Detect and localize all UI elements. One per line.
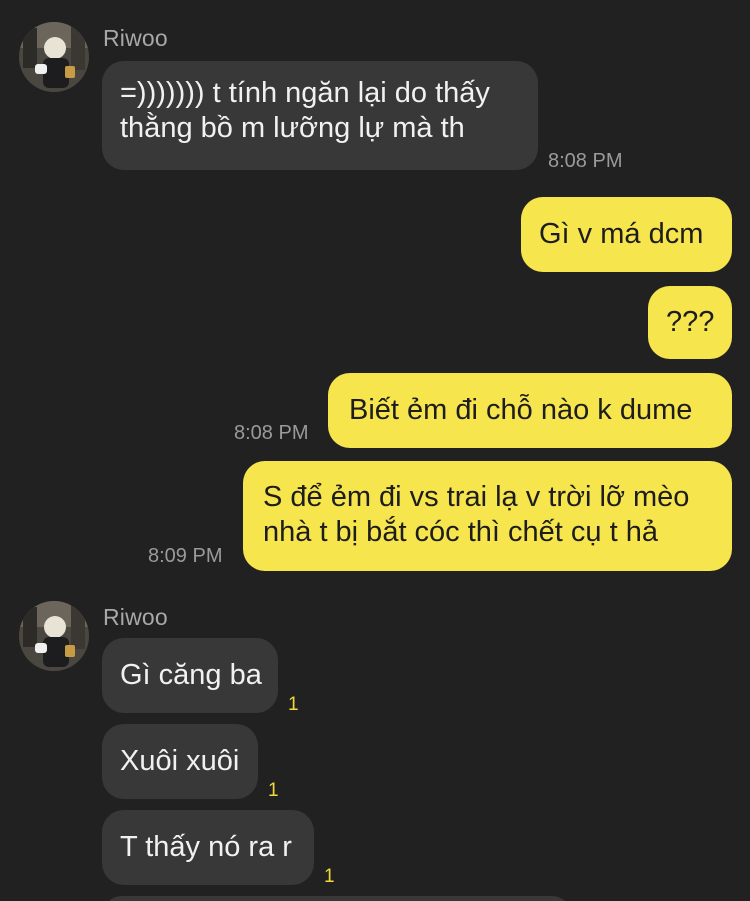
outgoing-message[interactable]: ??? bbox=[648, 286, 732, 359]
message-text: Biết ẻm đi chỗ nào k dume bbox=[349, 394, 693, 426]
message-text: Xuôi xuôi bbox=[120, 745, 240, 777]
outgoing-message[interactable]: S để ẻm đi vs trai lạ v trời lỡ mèo nhà … bbox=[243, 461, 732, 571]
incoming-message[interactable]: =))))))) t tính ngăn lại do thấy thằng b… bbox=[102, 61, 538, 170]
incoming-message[interactable]: T thấy nó ra r bbox=[102, 810, 314, 885]
incoming-message[interactable]: Xuôi xuôi bbox=[102, 724, 258, 799]
incoming-message[interactable]: Gì căng ba bbox=[102, 638, 278, 713]
message-text: Gì v má dcm bbox=[539, 218, 704, 250]
chat-window: Riwoo =))))))) t tính ngăn lại do thấy t… bbox=[0, 0, 750, 901]
unread-count: 1 bbox=[324, 866, 335, 887]
message-line: =))))))) t tính ngăn lại do thấy bbox=[120, 77, 490, 109]
avatar-photo-icon bbox=[19, 601, 89, 671]
message-line: thằng bồ m lưỡng lự mà th bbox=[120, 112, 465, 144]
incoming-message-partial[interactable] bbox=[102, 896, 572, 901]
message-timestamp: 8:09 PM bbox=[148, 545, 223, 567]
message-text: T thấy nó ra r bbox=[120, 831, 292, 863]
message-text: ??? bbox=[666, 306, 715, 338]
message-line: S để ẻm đi vs trai lạ v trời lỡ mèo bbox=[263, 481, 690, 513]
avatar-photo-icon bbox=[19, 22, 89, 92]
sender-name: Riwoo bbox=[103, 25, 168, 51]
unread-count: 1 bbox=[288, 694, 299, 715]
message-timestamp: 8:08 PM bbox=[548, 150, 623, 172]
message-line: nhà t bị bắt cóc thì chết cụ t hả bbox=[263, 516, 658, 548]
avatar[interactable] bbox=[19, 22, 89, 92]
sender-name: Riwoo bbox=[103, 604, 168, 630]
message-text: Gì căng ba bbox=[120, 659, 262, 691]
outgoing-message[interactable]: Biết ẻm đi chỗ nào k dume bbox=[328, 373, 732, 448]
outgoing-message[interactable]: Gì v má dcm bbox=[521, 197, 732, 272]
message-timestamp: 8:08 PM bbox=[234, 422, 309, 444]
avatar[interactable] bbox=[19, 601, 89, 671]
unread-count: 1 bbox=[268, 780, 279, 801]
